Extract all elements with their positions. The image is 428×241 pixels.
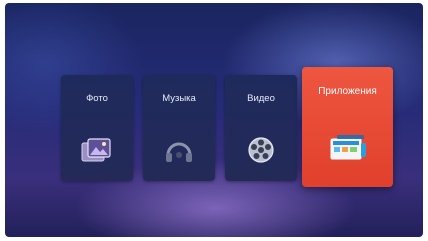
tile-music-label: Музыка — [162, 93, 196, 104]
tile-photo-label: Фото — [86, 93, 108, 104]
video-reel-icon — [246, 135, 276, 170]
tile-apps[interactable]: Приложения — [302, 67, 393, 187]
apps-icon — [328, 133, 368, 168]
tile-video-label: Видео — [247, 93, 275, 104]
home-screen: Фото Музыка Видео Приложения — [5, 3, 423, 237]
music-icon — [163, 135, 195, 170]
tile-video[interactable]: Видео — [225, 75, 297, 181]
tile-apps-label: Приложения — [318, 86, 377, 97]
tile-music[interactable]: Музыка — [143, 75, 215, 181]
photo-icon — [80, 135, 114, 170]
tile-photo[interactable]: Фото — [61, 75, 133, 181]
